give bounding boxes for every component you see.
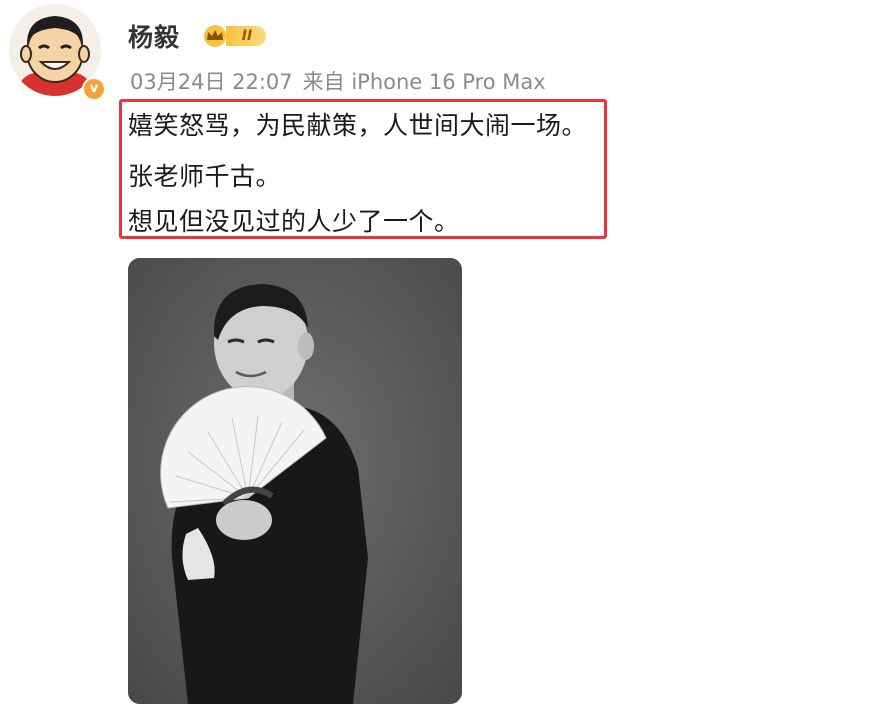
post-text-line-2: 张老师千古。: [128, 162, 282, 191]
post-source: 来自 iPhone 16 Pro Max: [302, 70, 546, 94]
author-name[interactable]: 杨毅: [128, 18, 180, 54]
post-timestamp[interactable]: 03月24日 22:07: [130, 70, 293, 94]
post-meta: 03月24日 22:07 来自 iPhone 16 Pro Max: [130, 66, 556, 96]
level-badge[interactable]: II: [200, 24, 276, 48]
post-text-line-1: 嬉笑怒骂，为民献策，人世间大闹一场。: [128, 111, 588, 140]
level-label: II: [226, 26, 266, 46]
post-image[interactable]: [128, 258, 462, 704]
portrait-photo: [128, 258, 462, 704]
weibo-post: v 杨毅 II 03月24日 22:07 来自 iPhone 16 Pro Max…: [0, 0, 874, 722]
post-text-line-3: 想见但没见过的人少了一个。: [128, 207, 460, 236]
verified-v-icon: v: [82, 77, 106, 101]
